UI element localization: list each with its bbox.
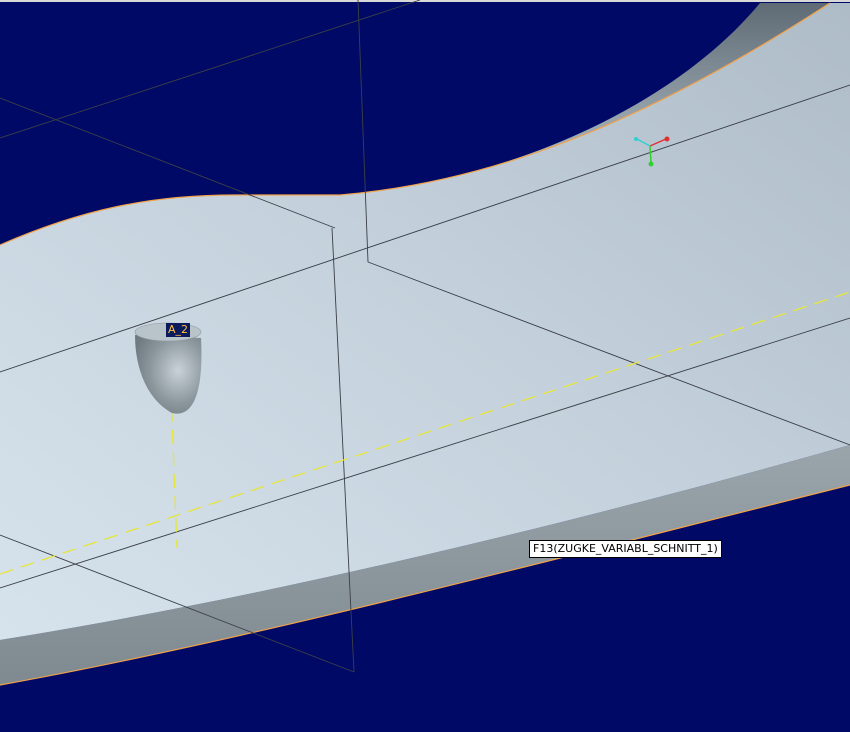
model-scene[interactable] <box>0 0 850 732</box>
feature-tooltip: F13(ZUGKE_VARIABL_SCHNITT_1) <box>529 540 722 558</box>
part-top-surface[interactable] <box>0 3 850 640</box>
graphics-viewport[interactable]: A_2 F13(ZUGKE_VARIABL_SCHNITT_1) <box>0 0 850 732</box>
datum-axis-label[interactable]: A_2 <box>166 323 191 337</box>
